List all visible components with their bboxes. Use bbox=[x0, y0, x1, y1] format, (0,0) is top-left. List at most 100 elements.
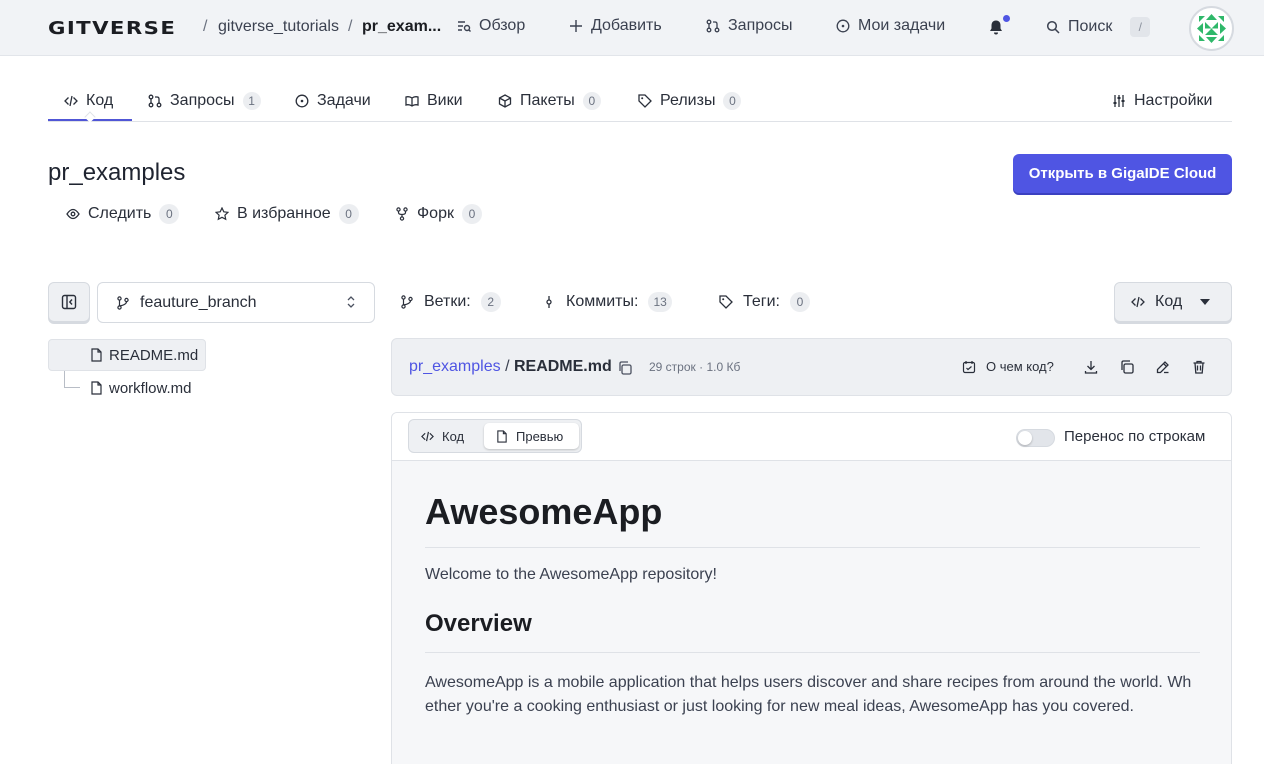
bell-icon[interactable] bbox=[988, 19, 1004, 36]
toggle-knob bbox=[1018, 431, 1032, 445]
file-icon bbox=[91, 348, 102, 362]
code-icon bbox=[421, 431, 434, 442]
tree-item-label: workflow.md bbox=[109, 379, 192, 397]
pull-request-icon bbox=[148, 94, 162, 108]
gitverse-logo[interactable]: GITVERSE bbox=[48, 18, 176, 39]
markdown-content: AwesomeApp Welcome to the AwesomeApp rep… bbox=[425, 461, 1200, 719]
tags-count: 0 bbox=[790, 292, 810, 312]
view-mode-code[interactable]: Код bbox=[421, 429, 464, 444]
file-info: 29 строк · 1.0 Кб bbox=[649, 360, 741, 374]
file-path-name: README.md bbox=[513, 358, 612, 375]
branch-name: feauture_branch bbox=[140, 293, 257, 311]
caret-down-icon bbox=[1200, 299, 1211, 305]
tab-releases[interactable]: Релизы 0 bbox=[638, 80, 742, 122]
watch-button[interactable]: Следить 0 bbox=[66, 203, 180, 225]
about-code-label: О чем код? bbox=[986, 359, 1054, 374]
repo-title: pr_examples bbox=[48, 159, 186, 186]
tree-item-workflow[interactable]: workflow.md bbox=[48, 372, 208, 404]
tab-requests-label: Запросы bbox=[170, 92, 235, 109]
tab-packages[interactable]: Пакеты 0 bbox=[498, 80, 601, 122]
nav-requests-label: Запросы bbox=[728, 17, 793, 34]
branch-selector[interactable]: feauture_branch bbox=[97, 282, 375, 323]
book-icon bbox=[405, 96, 419, 107]
star-icon bbox=[215, 207, 229, 221]
tree-item-label: README.md bbox=[109, 346, 199, 364]
search-shortcut: / bbox=[1130, 17, 1151, 37]
edit-icon[interactable] bbox=[1155, 359, 1171, 375]
tab-settings-label: Настройки bbox=[1134, 92, 1213, 109]
open-gigaide-button[interactable]: Открыть в GigaIDE Cloud bbox=[1013, 154, 1232, 193]
tab-settings[interactable]: Настройки bbox=[1112, 80, 1212, 122]
repo-tabs: Код Запросы 1 Задачи Вики Пакеты 0 Релиз… bbox=[48, 80, 1232, 123]
notification-dot bbox=[1003, 15, 1010, 22]
nav-add[interactable]: Добавить bbox=[569, 17, 662, 35]
breadcrumb-repo[interactable]: pr_exam... bbox=[362, 18, 441, 36]
tab-packages-count: 0 bbox=[582, 92, 601, 110]
nav-my-tasks[interactable]: Мои задачи bbox=[836, 17, 945, 35]
tab-wiki[interactable]: Вики bbox=[405, 80, 463, 122]
tags-label: Теги: bbox=[743, 293, 780, 310]
star-count: 0 bbox=[338, 204, 359, 224]
plus-icon bbox=[570, 20, 582, 32]
identicon-icon bbox=[1197, 14, 1226, 43]
branch-icon bbox=[401, 295, 413, 309]
trash-icon[interactable] bbox=[1191, 359, 1207, 375]
readme-heading-1: AwesomeApp bbox=[425, 491, 1200, 548]
fork-button[interactable]: Форк 0 bbox=[395, 203, 482, 225]
nav-overview-label: Обзор bbox=[479, 17, 526, 34]
tab-wiki-label: Вики bbox=[427, 92, 463, 109]
tags-link[interactable]: Теги: 0 bbox=[719, 291, 810, 313]
star-button[interactable]: В избранное 0 bbox=[215, 203, 359, 225]
file-path-repo-link[interactable]: pr_examples bbox=[409, 358, 501, 375]
search-icon bbox=[1046, 20, 1060, 34]
search-label: Поиск bbox=[1068, 18, 1113, 35]
file-icon bbox=[91, 381, 102, 395]
nav-overview[interactable]: Обзор bbox=[457, 17, 525, 35]
pull-request-icon bbox=[706, 19, 720, 33]
code-icon bbox=[64, 95, 78, 107]
file-path-separator: / bbox=[505, 358, 510, 375]
about-code-button[interactable]: О чем код? bbox=[962, 359, 1054, 374]
view-mode-switch: Код Превью bbox=[408, 419, 582, 453]
eye-icon bbox=[66, 208, 80, 220]
file-path: pr_examples / README.md bbox=[409, 358, 612, 376]
watch-count: 0 bbox=[159, 204, 180, 224]
tab-issues[interactable]: Задачи bbox=[295, 80, 371, 122]
avatar[interactable] bbox=[1189, 6, 1234, 51]
readme-heading-2: Overview bbox=[425, 610, 1200, 653]
tree-item-readme[interactable]: README.md bbox=[48, 339, 206, 371]
tab-requests[interactable]: Запросы 1 bbox=[148, 80, 261, 122]
code-dropdown-button[interactable]: Код bbox=[1114, 282, 1232, 322]
fork-count: 0 bbox=[461, 204, 482, 224]
line-wrap-label: Перенос по строкам bbox=[1064, 428, 1206, 445]
watch-label: Следить bbox=[88, 205, 152, 222]
tab-requests-count: 1 bbox=[242, 92, 261, 110]
tab-code-label: Код bbox=[86, 92, 114, 109]
tab-issues-label: Задачи bbox=[317, 92, 371, 109]
breadcrumb-owner[interactable]: gitverse_tutorials bbox=[218, 18, 339, 36]
commits-label: Коммиты: bbox=[566, 293, 639, 310]
tag-icon bbox=[638, 94, 652, 108]
view-mode-preview[interactable]: Превью bbox=[484, 423, 579, 449]
sidebar-collapse-icon bbox=[61, 294, 77, 310]
calendar-ai-icon bbox=[962, 360, 976, 373]
file-header: pr_examples / README.md 29 строк · 1.0 К… bbox=[391, 338, 1232, 396]
commits-link[interactable]: Коммиты: 13 bbox=[542, 291, 672, 313]
search-button[interactable]: Поиск / bbox=[1046, 17, 1151, 37]
copy-path-icon[interactable] bbox=[617, 360, 633, 376]
readme-intro: Welcome to the AwesomeApp repository! bbox=[425, 566, 717, 583]
nav-requests[interactable]: Запросы bbox=[706, 17, 793, 35]
copy-icon[interactable] bbox=[1119, 359, 1135, 375]
top-bar: GITVERSE / gitverse_tutorials / pr_exam.… bbox=[0, 0, 1264, 56]
branches-count: 2 bbox=[480, 292, 501, 312]
branches-link[interactable]: Ветки: 2 bbox=[400, 291, 501, 313]
issue-icon bbox=[295, 94, 309, 108]
line-wrap-toggle[interactable] bbox=[1016, 429, 1055, 447]
preview-toolbar: Код Превью Перенос по строкам bbox=[392, 413, 1231, 461]
package-icon bbox=[498, 94, 512, 108]
download-icon[interactable] bbox=[1083, 359, 1099, 375]
readme-paragraph: AwesomeApp is a mobile application that … bbox=[425, 674, 1192, 715]
overview-icon bbox=[458, 21, 471, 32]
toggle-sidebar-button[interactable] bbox=[48, 282, 90, 322]
tag-icon bbox=[719, 295, 733, 309]
